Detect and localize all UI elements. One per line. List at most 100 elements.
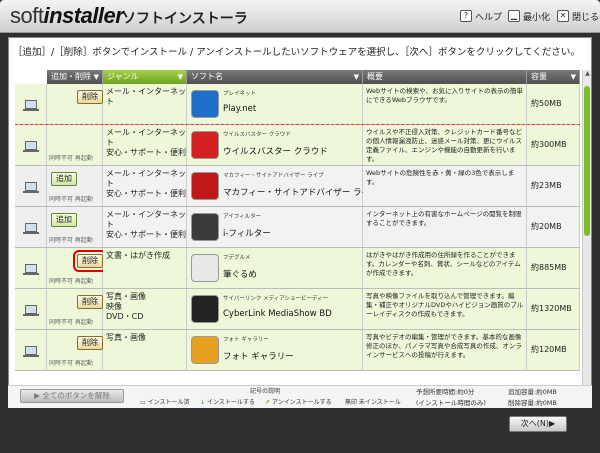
table-row[interactable]: 削除 同時不可 再起動 文書・はがき作成 フデグルメ筆ぐるめ はがきやはがき作成用の住所… <box>15 248 580 289</box>
status-cell <box>15 166 47 206</box>
legend-installed: ▭ インストール済 <box>140 397 189 406</box>
pc-installed-icon <box>23 305 39 316</box>
install-arrow-icon: ↓ <box>200 399 207 406</box>
app-name-reading: フデグルメ <box>223 255 251 261</box>
option-flags: 同時不可 再起動 <box>49 196 93 203</box>
remove-button[interactable]: 削除 <box>77 336 103 350</box>
help-button[interactable]: ? ヘルプ <box>460 8 502 24</box>
app-name-reading: アイフィルター <box>223 214 262 220</box>
legend-install: ↓ インストールする <box>200 397 255 406</box>
name-cell: サイバーリンク メディアショービーディー CyberLink MediaShow … <box>187 289 363 329</box>
sort-arrow-icon: ▼ <box>93 73 99 81</box>
pc-installed-icon: ▭ <box>140 399 148 406</box>
table-row[interactable]: 追加 同時不可 再起動 メール・インターネット 安心・サポート・便利 アイフィルター i… <box>15 207 580 248</box>
size-cell: 約20MB <box>527 207 580 247</box>
added-size: 追加容量:約0MB <box>508 388 557 396</box>
column-desc-label: 概要 <box>367 72 383 81</box>
pc-installed-icon <box>23 264 39 275</box>
sort-arrow-icon: ▼ <box>570 73 576 81</box>
app-name-reading: ウイルスバスター クラウド <box>223 132 291 138</box>
close-label: 閉じる <box>572 12 600 23</box>
app-icon <box>191 213 219 241</box>
app-icon <box>191 254 219 282</box>
sort-arrow-icon: ▼ <box>177 73 183 81</box>
minimize-button[interactable]: ▁ 最小化 <box>508 8 550 24</box>
name-cell: アイフィルター i-フィルター <box>187 207 363 247</box>
column-size-label: 容量 <box>531 72 547 81</box>
size-cell: 約1320MB <box>527 289 580 329</box>
app-title: ソフトインストーラ <box>122 11 248 27</box>
name-cell: フォト ギャラリー フォト ギャラリー <box>187 330 363 370</box>
scroll-thumb[interactable] <box>584 86 590 236</box>
action-cell: 削除 同時不可 再起動 <box>47 248 107 288</box>
column-header-name[interactable]: ソフト名 ▼ <box>187 70 363 84</box>
app-name-reading: マカフィー・サイトアドバイザー ライブ <box>223 173 324 179</box>
table-row[interactable]: 削除 同時不可 再起動 写真・画像 映像 DVD・CD サイバーリンク メディアショー… <box>15 289 580 330</box>
remove-button[interactable]: 削除 <box>73 250 107 272</box>
add-button[interactable]: 追加 <box>51 172 77 186</box>
desc-cell: 写真やビデオの編集・管理ができます。基本的な画像修正のほか、パノラマ写真や合成写… <box>363 330 527 370</box>
size-cell: 約50MB <box>527 84 580 124</box>
remove-button[interactable]: 削除 <box>77 295 103 309</box>
softinstaller-logo: softinstaller <box>10 3 124 29</box>
removed-size: 削除容量:約0MB <box>508 399 557 407</box>
genre-cell: 文書・はがき作成 <box>103 248 187 288</box>
desc-cell: インターネット上の有害なホームページの閲覧を制限することができます。 <box>363 207 527 247</box>
remove-button[interactable]: 削除 <box>77 90 103 104</box>
scroll-up-icon[interactable]: ▲ <box>583 70 592 79</box>
close-button[interactable]: ✕ 閉じる <box>557 8 599 24</box>
column-header-desc[interactable]: 概要 <box>363 70 527 84</box>
name-cell: マカフィー・サイトアドバイザー ライブ マカフィー・サイトアドバイザー ライブ <box>187 166 379 206</box>
sort-arrow-icon: ▼ <box>353 73 359 81</box>
app-icon <box>191 131 219 159</box>
app-size: 約120MB <box>531 345 567 354</box>
size-cell: 約300MB <box>527 125 580 165</box>
action-cell: 削除同時不可 再起動 <box>47 330 103 370</box>
name-cell: ウイルスバスター クラウド ウイルスバスター クラウド <box>187 125 363 165</box>
minimize-icon: ▁ <box>508 10 520 22</box>
app-size: 約1320MB <box>531 304 572 313</box>
action-cell: 追加同時不可 再起動 <box>47 166 103 206</box>
vertical-scrollbar[interactable]: ▲ ▼ <box>582 70 591 406</box>
desc-cell: Webサイトの危険性を赤・黄・緑の3色で表示します。 <box>363 166 527 206</box>
table-row[interactable]: 追加 同時不可 再起動 メール・インターネット 安心・サポート・便利 マカフィー・サイ… <box>15 166 580 207</box>
app-description: ウイルスや不正侵入対策、クレジットカード番号などの個人情報漏洩防止、迷惑メール対… <box>366 128 522 163</box>
column-header-size[interactable]: 容量 ▼ <box>527 70 580 84</box>
column-action-label: 追加・削除 <box>51 72 91 81</box>
table-row[interactable]: 削除 メール・インターネット プレイネット Play.net Webサイトの検索や、お気… <box>15 84 580 125</box>
app-name: 筆ぐるめ <box>223 270 257 280</box>
legend-install-label: インストールする <box>206 399 255 406</box>
table-row[interactable]: 同時不可 再起動 メール・インターネット 安心・サポート・便利 ウイルスバスター ク… <box>15 125 580 166</box>
next-button[interactable]: 次へ(N)▶ <box>509 416 567 432</box>
column-header-genre[interactable]: ジャンル ▼ <box>103 70 187 84</box>
app-name: i-フィルター <box>223 229 271 239</box>
uninstall-arrow-icon: ↗ <box>265 399 272 406</box>
app-size: 約885MB <box>531 263 567 272</box>
genre-text: メール・インターネット 安心・サポート・便利 <box>106 169 186 198</box>
action-cell: 削除同時不可 再起動 <box>47 289 103 329</box>
table-row[interactable]: 削除 同時不可 再起動 写真・画像 フォト ギャラリー フォト ギャラリー 写真やビデオの… <box>15 330 580 371</box>
column-header-action[interactable]: 追加・削除 ▼ <box>47 70 103 84</box>
clear-all-button[interactable]: ▶ 全てのボタンを解除 <box>20 389 124 403</box>
app-name: CyberLink MediaShow BD <box>223 309 332 319</box>
column-genre-label: ジャンル <box>107 72 139 81</box>
minimize-label: 最小化 <box>523 12 551 23</box>
action-cell: 削除 <box>47 84 103 124</box>
app-icon <box>191 90 219 118</box>
app-size: 約300MB <box>531 140 567 149</box>
option-flags: 同時不可 再起動 <box>49 360 93 367</box>
close-icon: ✕ <box>557 10 569 22</box>
genre-cell: メール・インターネット 安心・サポート・便利 <box>103 125 187 165</box>
legend-installed-label: インストール済 <box>147 399 190 406</box>
size-cell: 約23MB <box>527 166 580 206</box>
desc-cell: はがきやはがき作成用の住所録を作ることができます。カレンダーや名刺、賞状、シール… <box>363 248 527 288</box>
desc-cell: ウイルスや不正侵入対策、クレジットカード番号などの個人情報漏洩防止、迷惑メール対… <box>363 125 527 165</box>
pc-installed-icon <box>23 346 39 357</box>
action-cell: 同時不可 再起動 <box>47 125 103 165</box>
instruction-text: ［追加］/［削除］ボタンでインストール / アンインストールしたいソフトウェアを… <box>13 47 580 58</box>
name-cell: プレイネット Play.net <box>187 84 363 124</box>
installer-window: softinstaller ソフトインストーラ ? ヘルプ ▁ 最小化 ✕ 閉じる ［… <box>0 0 600 453</box>
genre-cell: メール・インターネット 安心・サポート・便利 <box>103 207 187 247</box>
option-flags: 同時不可 再起動 <box>49 319 93 326</box>
add-button[interactable]: 追加 <box>51 213 77 227</box>
